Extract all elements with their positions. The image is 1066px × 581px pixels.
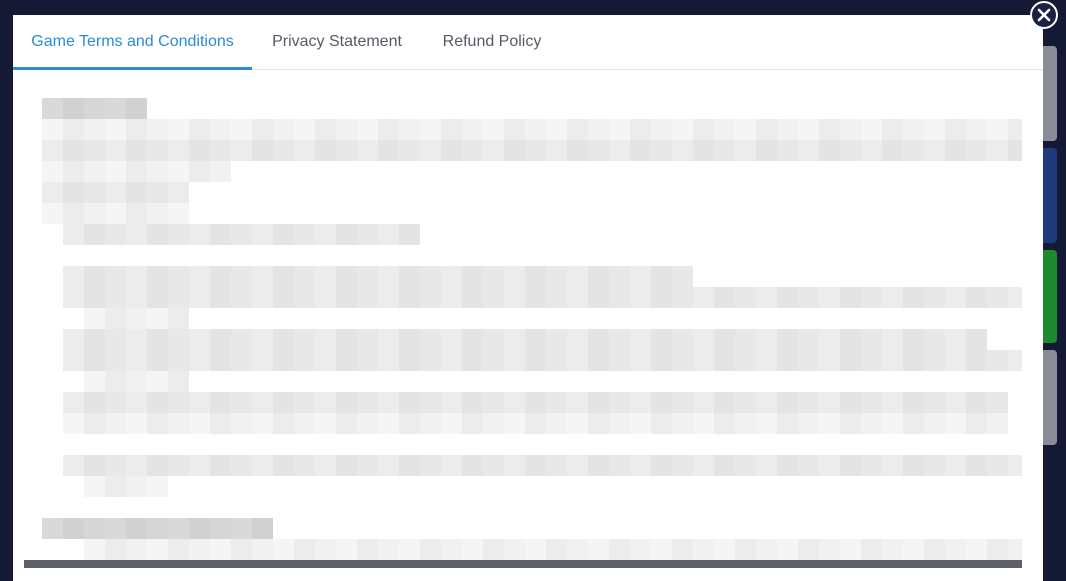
blurred-text-line [84, 308, 189, 329]
blurred-text-line [84, 371, 189, 392]
close-icon [1037, 8, 1051, 22]
blurred-text-line [42, 203, 189, 224]
blurred-text-line [63, 266, 693, 287]
close-button[interactable] [1030, 1, 1058, 29]
tab-privacy-statement[interactable]: Privacy Statement [252, 15, 422, 70]
blurred-text-line [63, 224, 420, 245]
terms-content-blurred [13, 71, 1043, 581]
blurred-text-line [63, 287, 1022, 308]
blurred-text-line [84, 476, 168, 497]
blurred-text-line [63, 350, 1022, 371]
blurred-text-line [42, 119, 1022, 140]
dialog-tabs: Game Terms and Conditions Privacy Statem… [13, 15, 1043, 70]
horizontal-scrollbar[interactable] [24, 560, 1022, 568]
blurred-heading [42, 98, 147, 119]
tab-refund-policy[interactable]: Refund Policy [422, 15, 562, 70]
blurred-text-line [42, 161, 231, 182]
blurred-heading [42, 518, 273, 539]
blurred-text-line [63, 329, 987, 350]
blurred-text-line [63, 392, 1008, 413]
terms-dialog: Game Terms and Conditions Privacy Statem… [13, 15, 1043, 581]
blurred-text-line [63, 413, 1008, 434]
blurred-text-line [42, 182, 189, 203]
blurred-text-line [84, 539, 1022, 560]
blurred-text-line [42, 140, 1022, 161]
tab-game-terms[interactable]: Game Terms and Conditions [13, 15, 252, 70]
blurred-text-line [63, 455, 1022, 476]
